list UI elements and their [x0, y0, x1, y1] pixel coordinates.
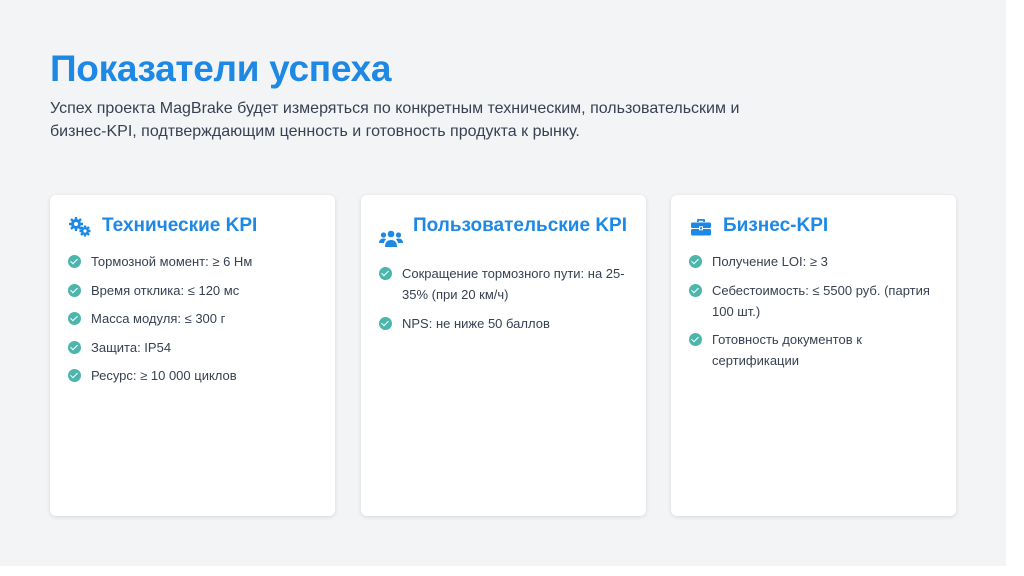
card-title: Пользовательские KPI — [413, 215, 628, 236]
check-circle-icon — [68, 312, 81, 325]
check-circle-icon — [379, 267, 392, 280]
check-circle-icon — [68, 369, 81, 382]
list-item: Масса модуля: ≤ 300 г — [68, 308, 317, 329]
briefcase-icon — [689, 215, 713, 239]
check-circle-icon — [68, 283, 81, 297]
gears-icon — [68, 215, 92, 239]
card-user-kpi: Пользовательские KPI Сокращение тормозно… — [361, 195, 646, 516]
slide: Показатели успеха Успех проекта MagBrake… — [0, 0, 1006, 566]
list-item: Время отклика: ≤ 120 мс — [68, 280, 317, 301]
list-item: Получение LOI: ≥ 3 — [689, 251, 938, 272]
card-title: Бизнес-KPI — [723, 215, 829, 236]
list-item: Тормозной момент: ≥ 6 Нм — [68, 251, 317, 272]
check-circle-icon — [68, 255, 81, 268]
check-circle-icon — [689, 255, 702, 268]
check-circle-icon — [689, 333, 702, 346]
users-icon — [379, 227, 403, 251]
card-technical-kpi: Технические KPI Тормозной момент: ≥ 6 Нм… — [50, 195, 335, 516]
check-circle-icon — [689, 283, 702, 297]
list-item: Защита: IP54 — [68, 337, 317, 358]
check-circle-icon — [379, 316, 392, 330]
check-circle-icon — [68, 340, 81, 354]
list-item: Готовность документов к сертификации — [689, 329, 938, 371]
list-item: Ресурс: ≥ 10 000 циклов — [68, 365, 317, 386]
list-item: Сокращение тормозного пути: на 25-35% (п… — [379, 263, 628, 305]
page-subtitle: Успех проекта MagBrake будет измеряться … — [50, 100, 740, 140]
card-business-kpi: Бизнес-KPI Получение LOI: ≥ 3 Себестоимо… — [671, 195, 956, 516]
list-item: Себестоимость: ≤ 5500 руб. (партия 100 ш… — [689, 280, 938, 322]
card-title: Технические KPI — [102, 215, 258, 236]
page-title: Показатели успеха — [50, 48, 392, 89]
list-item: NPS: не ниже 50 баллов — [379, 313, 628, 334]
